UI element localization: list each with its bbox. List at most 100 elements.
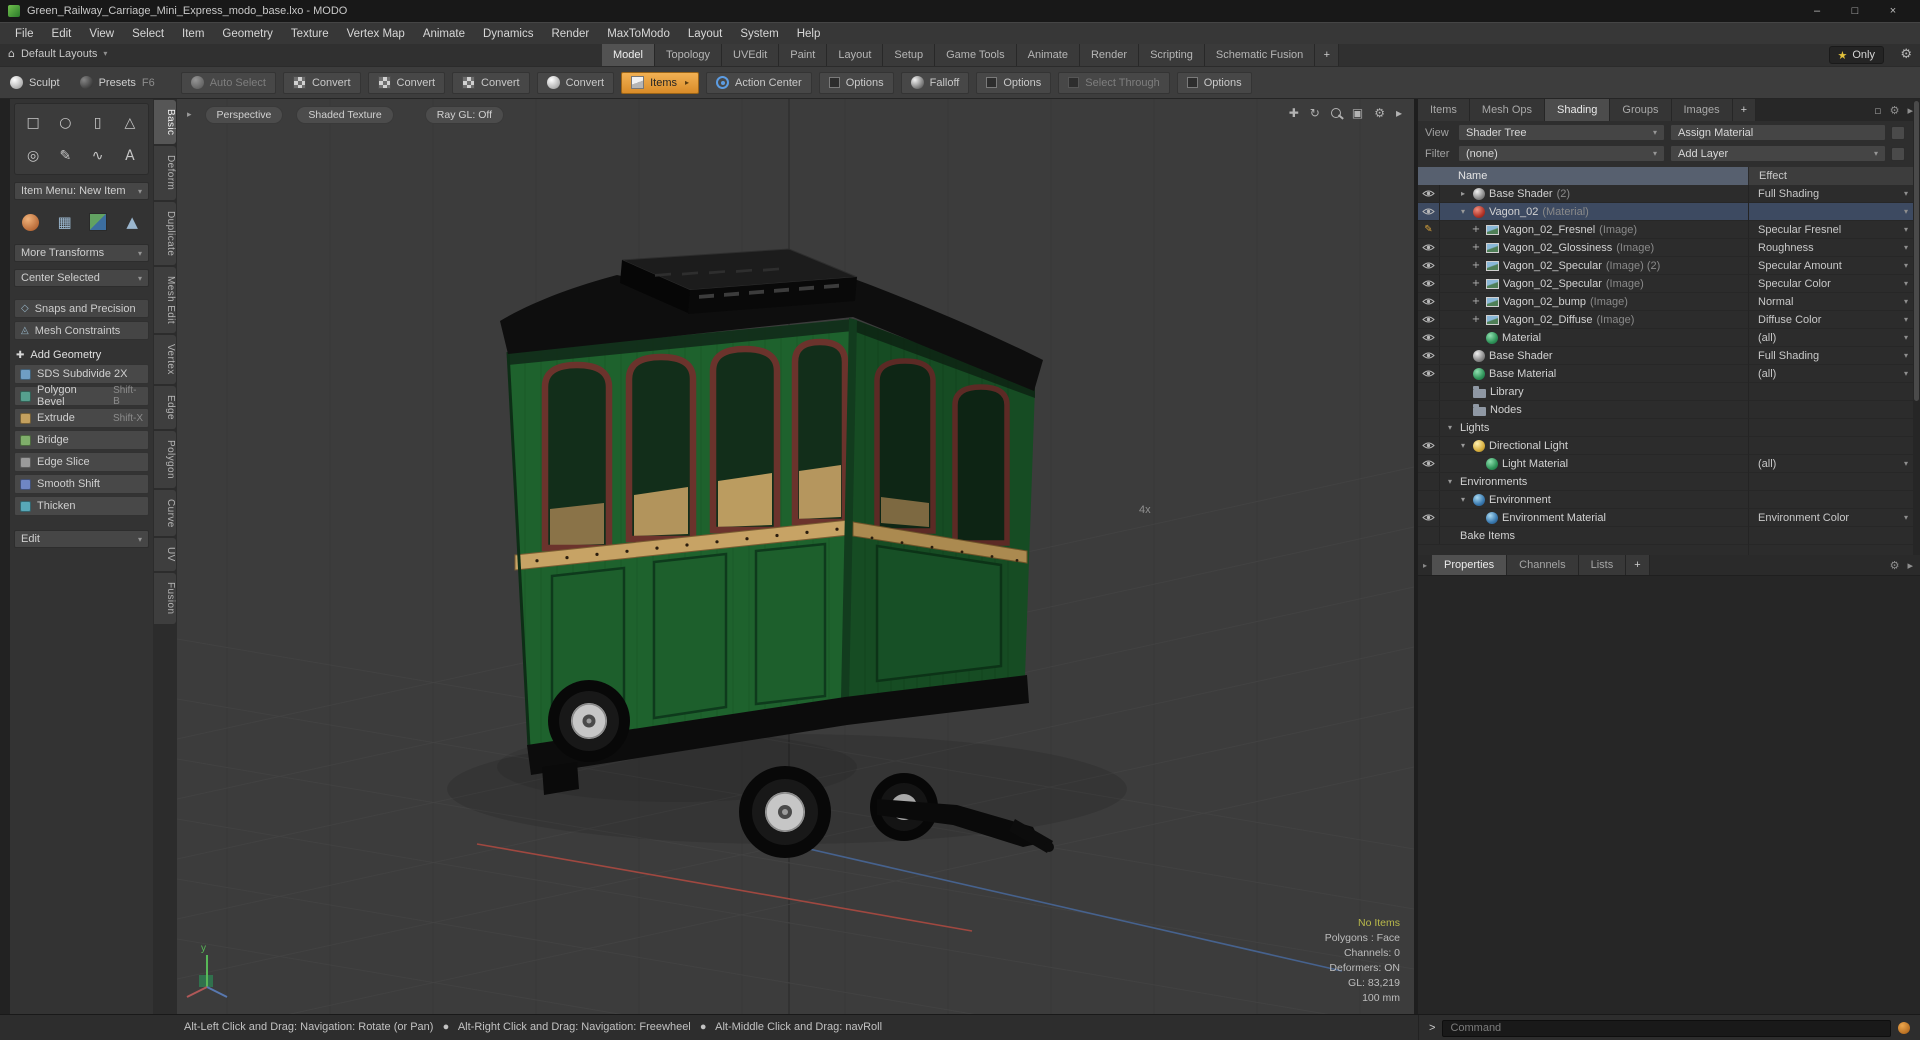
menu-render[interactable]: Render <box>542 25 598 43</box>
expand-icon[interactable]: + <box>1470 314 1482 325</box>
tree-row-base-material[interactable]: Base Material (all) ▾ <box>1418 365 1913 383</box>
tree-row-library[interactable]: Library <box>1418 383 1913 401</box>
geometry-edge-slice-button[interactable]: Edge Slice <box>14 452 149 472</box>
gear-icon[interactable]: ⚙ <box>1900 47 1912 62</box>
menu-dynamics[interactable]: Dynamics <box>474 25 542 43</box>
tree-row-environments[interactable]: ▾ Environments <box>1418 473 1913 491</box>
dock-icon[interactable]: ▫ <box>1874 104 1881 117</box>
toolbar-convert-button[interactable]: Convert <box>282 71 361 94</box>
geometry-sds-subdivide-2x-button[interactable]: SDS Subdivide 2X <box>14 364 149 384</box>
visibility-eye-icon[interactable] <box>1418 293 1440 310</box>
layout-tab-model[interactable]: Model <box>602 44 655 66</box>
viewport-mode-shaded-texture[interactable]: Shaded Texture <box>296 106 394 124</box>
expand-icon[interactable]: ▸ <box>1457 189 1469 198</box>
minimize-button[interactable]: – <box>1798 0 1836 22</box>
default-layouts-dropdown[interactable]: ⌂ Default Layouts ▾ <box>8 47 107 60</box>
visibility-eye-icon[interactable] <box>1418 347 1440 364</box>
effect-dropdown[interactable]: Specular Amount ▾ <box>1748 257 1913 274</box>
props-flyout-icon[interactable]: ▸ <box>1907 559 1913 572</box>
tree-row-environment[interactable]: ▾ Environment <box>1418 491 1913 509</box>
menu-layout[interactable]: Layout <box>679 25 732 43</box>
tree-row-vagon-02-bump[interactable]: + Vagon_02_bump (Image) Normal ▾ <box>1418 293 1913 311</box>
tool-tab-deform[interactable]: Deform <box>154 146 176 200</box>
panel-mini-button[interactable] <box>1891 125 1905 140</box>
effect-dropdown[interactable]: Full Shading ▾ <box>1748 185 1913 202</box>
title-bar[interactable]: Green_Railway_Carriage_Mini_Express_modo… <box>0 0 1920 22</box>
effect-dropdown[interactable]: (all) ▾ <box>1748 329 1913 346</box>
array-grid-icon[interactable]: ▦ <box>50 207 80 237</box>
panel-tab-groups[interactable]: Groups <box>1610 99 1672 121</box>
toolbar-options-button[interactable]: Options <box>818 71 894 94</box>
effect-dropdown[interactable]: Specular Color ▾ <box>1748 275 1913 292</box>
tree-row-nodes[interactable]: Nodes <box>1418 401 1913 419</box>
menu-texture[interactable]: Texture <box>282 25 338 43</box>
add-panel-tab-button[interactable]: + <box>1732 99 1757 121</box>
menu-geometry[interactable]: Geometry <box>213 25 282 43</box>
effect-dropdown[interactable]: (all) ▾ <box>1748 455 1913 472</box>
toolbar-items-button[interactable]: Items <box>621 71 700 94</box>
tree-row-vagon-02-fresnel[interactable]: ✎ + Vagon_02_Fresnel (Image) Specular Fresne… <box>1418 221 1913 239</box>
tree-row-environment-material[interactable]: Environment Material Environment Color ▾ <box>1418 509 1913 527</box>
props-collapse-icon[interactable]: ▸ <box>1418 555 1432 575</box>
torus-icon[interactable]: ◎ <box>18 140 48 171</box>
menu-maxtomodo[interactable]: MaxToModo <box>598 25 679 43</box>
cylinder-icon[interactable]: ▯ <box>83 107 113 138</box>
cube-icon[interactable]: □ <box>18 107 48 138</box>
pan-icon[interactable]: ✚ <box>1289 106 1299 120</box>
properties-tab-lists[interactable]: Lists <box>1578 555 1627 575</box>
pen-icon[interactable]: ✎ <box>50 140 80 171</box>
viewport-canvas[interactable]: y 4x <box>177 99 1414 1014</box>
sculpt-brush-icon[interactable] <box>16 207 46 237</box>
expand-icon[interactable]: + <box>1470 260 1482 271</box>
geometry-thicken-button[interactable]: Thicken <box>14 496 149 516</box>
visibility-eye-icon[interactable] <box>1418 311 1440 328</box>
toolbar-convert-button[interactable]: Convert <box>536 71 615 94</box>
expand-icon[interactable]: ▾ <box>1444 423 1456 432</box>
expand-icon[interactable]: + <box>1470 278 1482 289</box>
maximize-icon[interactable]: ▣ <box>1352 106 1363 120</box>
effect-dropdown[interactable]: ▾ <box>1748 203 1913 220</box>
sculpt-tool[interactable]: Sculpt <box>10 76 60 89</box>
tool-tab-duplicate[interactable]: Duplicate <box>154 201 176 265</box>
filter-dropdown[interactable]: (none) ▾ <box>1458 145 1665 162</box>
toolbar-auto-select-button[interactable]: Auto Select <box>180 71 276 94</box>
visibility-eye-icon[interactable] <box>1418 275 1440 292</box>
toolbar-options-button[interactable]: Options <box>976 71 1052 94</box>
tree-row-material[interactable]: Material (all) ▾ <box>1418 329 1913 347</box>
text-tool-icon[interactable]: A <box>115 140 145 171</box>
tool-tab-fusion[interactable]: Fusion <box>154 573 176 624</box>
add-layer-dropdown[interactable]: Add Layer ▾ <box>1670 145 1886 162</box>
visibility-eye-icon[interactable] <box>1418 257 1440 274</box>
visibility-eye-icon[interactable] <box>1418 455 1440 472</box>
expand-icon[interactable]: + <box>1470 296 1482 307</box>
item-menu-dropdown[interactable]: Item Menu: New Item ▾ <box>14 182 149 200</box>
layout-tab-scripting[interactable]: Scripting <box>1139 44 1205 66</box>
curve-icon[interactable]: ∿ <box>83 140 113 171</box>
panel-tab-items[interactable]: Items <box>1418 99 1470 121</box>
tree-row-base-shader[interactable]: Base Shader Full Shading ▾ <box>1418 347 1913 365</box>
visibility-eye-icon[interactable] <box>1418 329 1440 346</box>
edit-pencil-icon[interactable]: ✎ <box>1418 221 1440 238</box>
sphere-icon[interactable]: ○ <box>50 107 80 138</box>
layout-tab-schematic-fusion[interactable]: Schematic Fusion <box>1204 44 1316 66</box>
toolbar-convert-button[interactable]: Convert <box>452 71 530 94</box>
menu-view[interactable]: View <box>80 25 123 43</box>
props-gear-icon[interactable]: ⚙ <box>1890 559 1900 572</box>
tree-row-light-material[interactable]: Light Material (all) ▾ <box>1418 455 1913 473</box>
effect-dropdown[interactable]: Normal ▾ <box>1748 293 1913 310</box>
command-record-icon[interactable] <box>1898 1022 1910 1034</box>
layout-tab-topology[interactable]: Topology <box>654 44 723 66</box>
visibility-eye-icon[interactable] <box>1418 509 1440 526</box>
properties-tab-properties[interactable]: Properties <box>1432 555 1508 575</box>
menu-vertex-map[interactable]: Vertex Map <box>338 25 414 43</box>
rotate-icon[interactable]: ↻ <box>1310 106 1320 120</box>
geometry-bridge-button[interactable]: Bridge <box>14 430 149 450</box>
effect-dropdown[interactable]: Full Shading ▾ <box>1748 347 1913 364</box>
effect-dropdown[interactable]: Roughness ▾ <box>1748 239 1913 256</box>
expand-icon[interactable]: + <box>1470 224 1482 235</box>
effect-dropdown[interactable]: Environment Color ▾ <box>1748 509 1913 526</box>
layout-tab-uvedit[interactable]: UVEdit <box>722 44 780 66</box>
viewport-3d[interactable]: y 4x ▸ Perspective Shaded Texture Ray GL: … <box>177 99 1414 1014</box>
tool-tab-polygon[interactable]: Polygon <box>154 430 176 488</box>
menu-file[interactable]: File <box>6 25 43 43</box>
